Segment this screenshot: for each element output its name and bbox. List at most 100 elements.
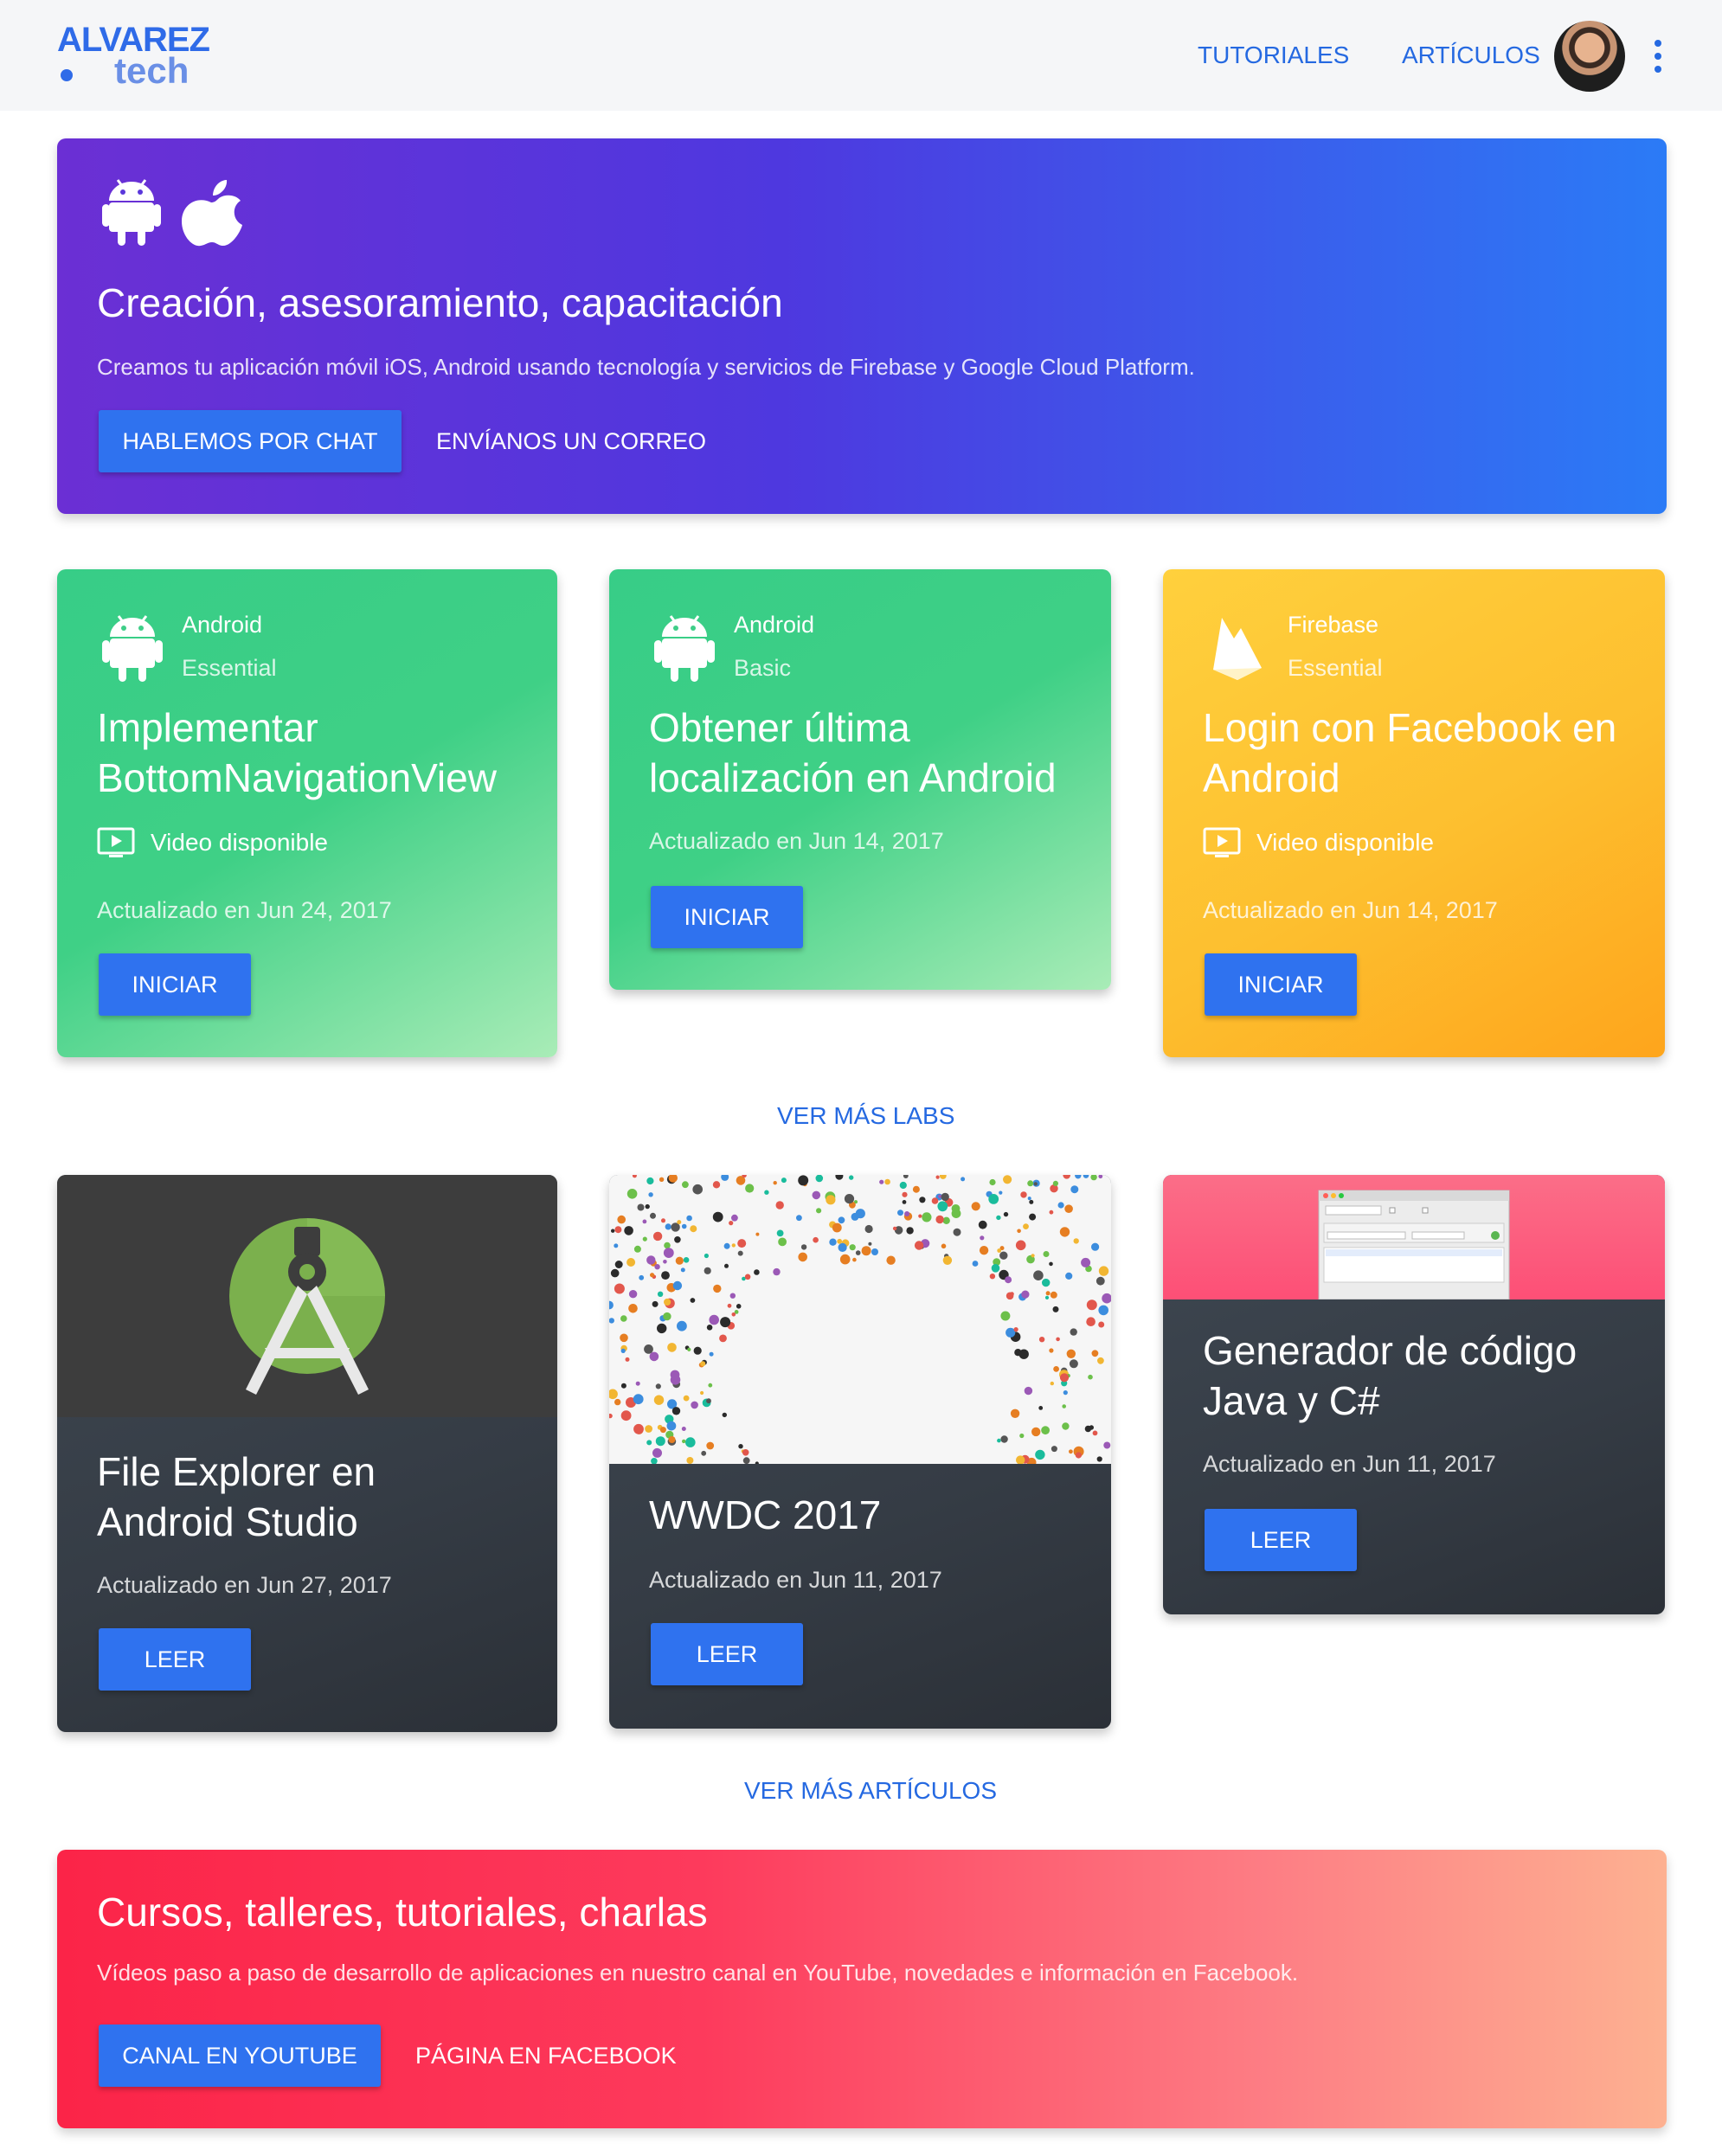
- crowd-figure: [727, 1303, 732, 1308]
- crowd-figure: [652, 1300, 659, 1307]
- crowd-figure: [1033, 1270, 1044, 1280]
- crowd-figure: [736, 1304, 742, 1309]
- ver-mas-labs-link[interactable]: VER MÁS LABS: [777, 1099, 954, 1133]
- crowd-figure: [1051, 1446, 1057, 1453]
- canal-en-youtube-button[interactable]: CANAL EN YOUTUBE: [99, 2024, 381, 2087]
- crowd-figure: [1098, 1175, 1103, 1179]
- crowd-figure: [903, 1175, 909, 1178]
- crowd-figure: [685, 1437, 696, 1447]
- crowd-figure: [614, 1398, 621, 1406]
- crowd-figure: [721, 1175, 729, 1181]
- iniciar-button[interactable]: INICIAR: [651, 886, 803, 948]
- hablemos-por-chat-button[interactable]: HABLEMOS POR CHAT: [99, 410, 402, 472]
- leer-button[interactable]: LEER: [651, 1623, 803, 1685]
- crowd-figure: [1096, 1276, 1105, 1286]
- iniciar-button[interactable]: INICIAR: [1205, 953, 1357, 1016]
- crowd-figure: [868, 1242, 872, 1246]
- crowd-figure: [1069, 1449, 1073, 1454]
- android-icon: [102, 615, 163, 682]
- crowd-figure: [654, 1264, 660, 1270]
- nav-tutoriales[interactable]: TUTORIALES: [1198, 38, 1349, 73]
- article-title-line: Generador de código: [1203, 1328, 1577, 1373]
- crowd-figure: [1086, 1299, 1097, 1311]
- crowd-figure: [861, 1246, 871, 1256]
- lab-title-line: localización en Android: [649, 755, 1057, 800]
- crowd-figure: [731, 1312, 736, 1317]
- crowd-figure: [666, 1421, 677, 1431]
- leer-button[interactable]: LEER: [1205, 1509, 1357, 1571]
- crowd-figure: [1096, 1456, 1102, 1462]
- alvarez-tech-logo[interactable]: ALVAREZ tech: [57, 22, 210, 92]
- crowd-figure: [931, 1197, 939, 1204]
- lab-category: Firebase: [1288, 612, 1379, 638]
- lab-card[interactable]: Firebase Essential Login con Facebook en…: [1163, 569, 1665, 1057]
- iniciar-button[interactable]: INICIAR: [99, 953, 251, 1016]
- crowd-figure: [729, 1293, 736, 1299]
- crowd-figure: [1049, 1261, 1053, 1267]
- crowd-figure: [1038, 1406, 1044, 1410]
- crowd-figure: [864, 1224, 873, 1234]
- avatar[interactable]: [1554, 21, 1625, 92]
- crowd-figure: [798, 1175, 809, 1186]
- crowd-figure: [677, 1220, 682, 1225]
- crowd-figure: [906, 1227, 914, 1235]
- video-label: Video disponible: [1256, 829, 1434, 856]
- crowd-figure: [693, 1346, 702, 1355]
- crowd-figure: [738, 1444, 743, 1449]
- crowd-figure: [1031, 1427, 1041, 1437]
- wwdc-image: [609, 1175, 1111, 1467]
- crowd-figure: [1050, 1381, 1054, 1386]
- crowd-figure: [935, 1175, 940, 1179]
- ver-mas-articulos-link[interactable]: VER MÁS ARTÍCULOS: [744, 1774, 997, 1808]
- crowd-figure: [659, 1177, 665, 1182]
- lab-level: Essential: [1288, 655, 1383, 681]
- article-card[interactable]: File Explorer en Android Studio Actualiz…: [57, 1175, 557, 1732]
- crowd-figure: [645, 1425, 652, 1433]
- crowd-figure: [942, 1216, 950, 1224]
- crowd-figure: [709, 1351, 714, 1357]
- code-generator-image: [1163, 1175, 1665, 1300]
- crowd-figure: [706, 1441, 715, 1450]
- crowd-figure: [832, 1222, 842, 1233]
- envianos-un-correo-button[interactable]: ENVÍANOS UN CORREO: [436, 410, 706, 472]
- leer-button[interactable]: LEER: [99, 1628, 251, 1691]
- crowd-figure: [914, 1241, 924, 1250]
- crowd-figure: [800, 1244, 807, 1250]
- crowd-figure: [1062, 1422, 1070, 1430]
- crowd-figure: [919, 1197, 926, 1203]
- crowd-figure: [1081, 1257, 1091, 1267]
- crowd-figure: [1045, 1291, 1051, 1296]
- crowd-figure: [700, 1390, 704, 1396]
- crowd-figure: [675, 1256, 684, 1265]
- crowd-figure: [1052, 1180, 1058, 1186]
- crowd-figure: [633, 1423, 644, 1434]
- crowd-figure: [610, 1268, 620, 1278]
- nav-articulos[interactable]: ARTÍCULOS: [1402, 38, 1540, 73]
- article-card[interactable]: WWDC 2017 Actualizado en Jun 11, 2017 LE…: [609, 1175, 1111, 1729]
- article-card[interactable]: Generador de código Java y C# Actualizad…: [1163, 1175, 1665, 1614]
- lab-card[interactable]: Android Essential Implementar BottomNavi…: [57, 569, 557, 1057]
- article-title-line: Java y C#: [1203, 1378, 1380, 1423]
- crowd-figure: [1033, 1182, 1038, 1186]
- crowd-figure: [897, 1210, 903, 1216]
- crowd-figure: [737, 1239, 747, 1248]
- crowd-figure: [1006, 1292, 1014, 1300]
- crowd-figure: [704, 1267, 711, 1274]
- crowd-figure: [1103, 1441, 1111, 1449]
- crowd-figure: [745, 1184, 755, 1193]
- logo-text-bottom: tech: [114, 50, 190, 91]
- crowd-figure: [1062, 1404, 1066, 1408]
- pagina-en-facebook-button[interactable]: PÁGINA EN FACEBOOK: [415, 2024, 677, 2087]
- lab-card[interactable]: Android Basic Obtener última localizació…: [609, 569, 1111, 990]
- crowd-figure: [661, 1218, 665, 1223]
- crowd-figure: [1083, 1175, 1089, 1178]
- crowd-figure: [650, 1273, 655, 1278]
- crowd-figure: [664, 1298, 671, 1306]
- crowd-figure: [642, 1236, 647, 1242]
- crowd-figure: [655, 1436, 665, 1447]
- lab-level: Basic: [734, 655, 792, 681]
- crowd-figure: [609, 1318, 614, 1324]
- hero-title: Creación, asesoramiento, capacitación: [97, 280, 783, 325]
- crowd-figure: [773, 1267, 781, 1276]
- more-vert-icon[interactable]: [1649, 38, 1667, 74]
